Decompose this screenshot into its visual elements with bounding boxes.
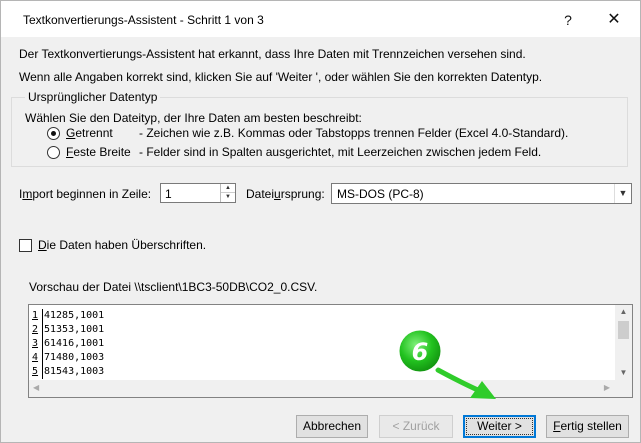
preview-pane[interactable]: 1 41285,1001 2 51353,1001 3 61416,1001 4 714… [28, 304, 633, 398]
scroll-left-icon[interactable]: ◀ [33, 383, 39, 392]
preview-line-number: 5 [31, 365, 43, 379]
title-bar: Textkonvertierungs-Assistent - Schritt 1… [1, 1, 640, 37]
preview-horizontal-scrollbar[interactable]: ◀ ▶ [29, 380, 632, 397]
text-import-wizard-dialog: Textkonvertierungs-Assistent - Schritt 1… [0, 0, 641, 443]
dialog-title: Textkonvertierungs-Assistent - Schritt 1… [23, 13, 264, 27]
vertical-scroll-thumb[interactable] [618, 321, 629, 339]
preview-line-text: 41285,1001 [44, 310, 105, 321]
preview-line-text: 51353,1001 [44, 324, 105, 335]
import-start-row-value[interactable]: 1 [165, 187, 172, 201]
file-origin-value[interactable]: MS-DOS (PC-8) [337, 187, 424, 201]
next-button[interactable]: Weiter > [463, 415, 536, 438]
file-origin-label: Dateiursprung: [246, 187, 325, 201]
radio-fixed-width-label[interactable]: Feste Breite [66, 145, 139, 159]
back-button[interactable]: < Zurück [379, 415, 453, 438]
datatype-group-description: Wählen Sie den Dateityp, der Ihre Daten … [25, 111, 362, 125]
preview-line-text: 81543,1003 [44, 366, 105, 377]
preview-line: 2 51353,1001 [31, 323, 104, 337]
scroll-up-icon[interactable]: ▲ [615, 307, 632, 316]
close-button[interactable]: ✕ [594, 7, 634, 33]
info-text-detected: Der Textkonvertierungs-Assistent hat erk… [19, 47, 526, 61]
file-origin-select[interactable]: MS-DOS (PC-8) ▼ [331, 183, 632, 204]
finish-button-label[interactable]: ertig stellen [560, 419, 621, 433]
preview-label: Vorschau der Datei \\tsclient\1BC3-50DB\… [29, 280, 318, 294]
import-start-row-label: Import beginnen in Zeile: [19, 187, 152, 201]
preview-line: 5 81543,1003 [31, 365, 104, 379]
info-text-instructions: Wenn alle Angaben korrekt sind, klicken … [19, 70, 543, 84]
headers-checkbox[interactable] [19, 238, 32, 252]
radio-fixed-width-button[interactable] [47, 145, 60, 159]
cancel-button[interactable]: Abbrechen [296, 415, 368, 438]
preview-line: 4 71480,1003 [31, 351, 104, 365]
preview-line-text: 71480,1003 [44, 352, 105, 363]
headers-checkbox-row[interactable]: Die Daten haben Überschriften. [19, 238, 206, 252]
preview-lines: 1 41285,1001 2 51353,1001 3 61416,1001 4 714… [31, 309, 104, 379]
radio-delimited[interactable]: Getrennt - Zeichen wie z.B. Kommas oder … [47, 125, 568, 141]
import-start-row-stepper[interactable]: 1 ▲ ▼ [160, 183, 236, 203]
radio-delimited-description: - Zeichen wie z.B. Kommas oder Tabstopps… [139, 126, 569, 140]
radio-delimited-label[interactable]: Getrennt [66, 126, 139, 140]
datatype-group-title: Ursprünglicher Datentyp [25, 90, 161, 104]
stepper-up-icon[interactable]: ▲ [221, 184, 235, 193]
preview-line-number: 1 [31, 309, 43, 323]
chevron-down-icon[interactable]: ▼ [614, 184, 631, 203]
preview-line: 1 41285,1001 [31, 309, 104, 323]
preview-line-text: 61416,1001 [44, 338, 105, 349]
radio-fixed-width-description: - Felder sind in Spalten ausgerichtet, m… [139, 145, 542, 159]
scroll-down-icon[interactable]: ▼ [615, 368, 632, 377]
scroll-right-icon[interactable]: ▶ [604, 383, 610, 392]
radio-delimited-button[interactable] [47, 126, 60, 140]
stepper-down-icon[interactable]: ▼ [221, 193, 235, 202]
help-button[interactable]: ? [548, 7, 588, 33]
preview-line-number: 2 [31, 323, 43, 337]
headers-checkbox-label[interactable]: Die Daten haben Überschriften. [38, 238, 206, 252]
preview-line-number: 4 [31, 351, 43, 365]
stepper-buttons: ▲ ▼ [220, 184, 235, 202]
next-button-label[interactable]: Weiter > [466, 418, 533, 435]
preview-line: 3 61416,1001 [31, 337, 104, 351]
preview-vertical-scrollbar[interactable]: ▲ ▼ [615, 305, 632, 381]
preview-line-number: 3 [31, 337, 43, 351]
finish-button[interactable]: Fertig stellen [546, 415, 629, 438]
radio-fixed-width[interactable]: Feste Breite - Felder sind in Spalten au… [47, 144, 541, 160]
